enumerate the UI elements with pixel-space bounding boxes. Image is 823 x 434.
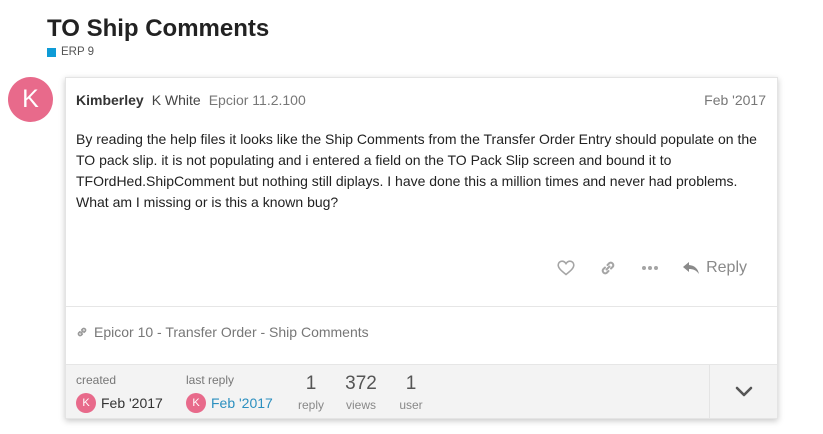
topic-title[interactable]: TO Ship Comments — [47, 15, 269, 43]
last-reply-date: Feb '2017 — [211, 395, 273, 411]
reply-count: 1 — [305, 373, 317, 394]
post-card: Kimberley K White Epcior 11.2.100 Feb '2… — [65, 77, 778, 419]
full-name: K White — [151, 92, 201, 108]
views-stat: 372 views — [342, 373, 380, 412]
category-color-square — [47, 47, 56, 57]
reply-arrow-icon — [683, 262, 700, 274]
user-title: Epcior 11.2.100 — [208, 92, 306, 108]
avatar[interactable]: K — [8, 77, 53, 122]
avatar: K — [186, 393, 206, 413]
heart-icon[interactable] — [556, 258, 576, 278]
last-reply-label: last reply — [186, 373, 235, 387]
last-reply-meta: last reply K Feb '2017 — [186, 373, 273, 413]
username[interactable]: Kimberley — [76, 92, 144, 108]
post-body: By reading the help files it looks like … — [76, 131, 757, 210]
views-count-label: views — [345, 398, 376, 412]
user-count: 1 — [405, 373, 417, 394]
reply-label: Reply — [706, 259, 747, 276]
created-label: created — [76, 373, 117, 387]
avatar: K — [76, 393, 96, 413]
divider — [66, 306, 777, 307]
category-badge[interactable]: ERP 9 — [47, 46, 94, 58]
ellipsis-icon[interactable] — [640, 258, 660, 278]
created-value[interactable]: K Feb '2017 — [76, 393, 163, 413]
reply-count-label: reply — [297, 398, 324, 412]
chevron-down-icon — [735, 386, 752, 396]
linked-topic[interactable]: Epicor 10 - Transfer Order - Ship Commen… — [76, 324, 369, 340]
topic-map: created K Feb '2017 last reply K Feb '20… — [66, 364, 777, 418]
post-date[interactable]: Feb '2017 — [704, 92, 766, 108]
category-label: ERP 9 — [61, 46, 95, 58]
post-actions: Reply — [534, 258, 747, 278]
views-count: 372 — [345, 373, 377, 394]
last-reply-value[interactable]: K Feb '2017 — [186, 393, 273, 413]
post-header: Kimberley K White Epcior 11.2.100 — [76, 92, 306, 108]
linked-topic-label: Epicor 10 - Transfer Order - Ship Commen… — [94, 324, 369, 340]
expand-button[interactable] — [709, 365, 777, 418]
created-meta: created K Feb '2017 — [76, 373, 163, 413]
reply-button[interactable]: Reply — [682, 259, 747, 277]
users-stat: 1 user — [396, 373, 426, 412]
link-icon — [77, 327, 87, 337]
link-icon[interactable] — [598, 258, 618, 278]
user-count-label: user — [399, 398, 423, 412]
reply-stat: 1 reply — [296, 373, 326, 412]
created-date: Feb '2017 — [101, 395, 163, 411]
